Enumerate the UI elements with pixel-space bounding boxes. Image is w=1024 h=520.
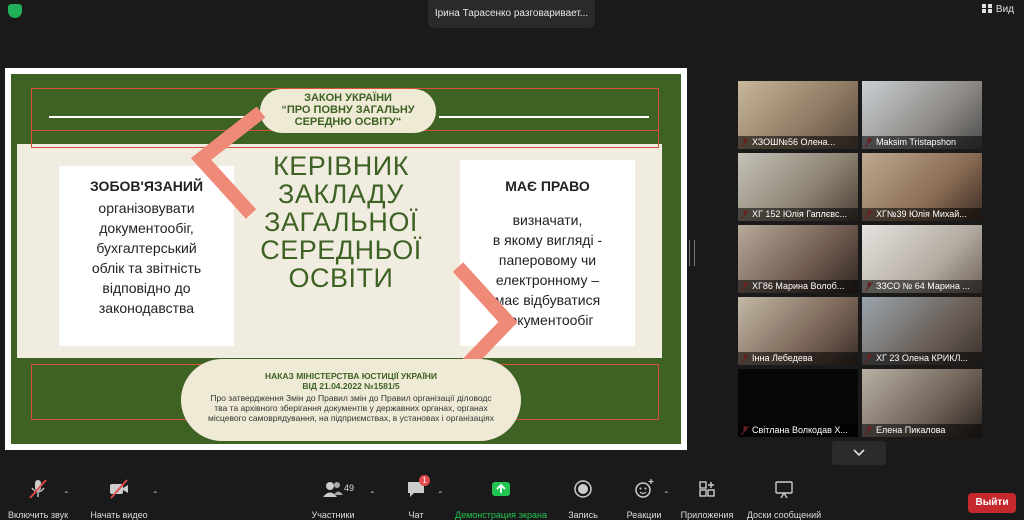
principal-title-line: ОСВІТИ bbox=[288, 263, 394, 293]
participant-video-tile[interactable]: ХГ 152 Юлія Гаплєвс... bbox=[738, 153, 858, 221]
active-speaker-banner: Ірина Тарасенко разговаривает... bbox=[428, 0, 595, 28]
security-shield-icon[interactable] bbox=[8, 4, 22, 18]
participants-label: Участники bbox=[311, 510, 355, 520]
law-title-line2: “ПРО ПОВНУ ЗАГАЛЬНУ bbox=[281, 104, 415, 116]
obligations-line: бухгалтерський bbox=[96, 240, 197, 256]
law-title-line1: ЗАКОН УКРАЇНИ bbox=[304, 92, 392, 104]
participant-video-tile[interactable]: ХГ 23 Олена КРИКЛ... bbox=[862, 297, 982, 365]
participant-name: ХГ№39 Юлія Михай... bbox=[862, 208, 982, 221]
participant-video-tile[interactable]: Світлана Волкодав Х... bbox=[738, 369, 858, 437]
participants-button[interactable]: 49 Участники bbox=[306, 478, 360, 520]
start-video-label: Начать видео bbox=[90, 510, 148, 520]
participants-icon bbox=[323, 482, 343, 497]
rights-line: визначати, bbox=[512, 212, 583, 228]
obligations-line: облік та звітність bbox=[91, 260, 202, 276]
rights-heading: МАЄ ПРАВО bbox=[505, 178, 590, 194]
grid-view-icon bbox=[981, 4, 992, 13]
audio-options-chevron-icon[interactable]: ⌃ bbox=[63, 490, 70, 499]
participant-video-tile[interactable]: ХГ№39 Юлія Михай... bbox=[862, 153, 982, 221]
reactions-emoji-icon bbox=[635, 479, 654, 498]
order-text-line: Про затвердження Змін до Правил змін до … bbox=[210, 393, 492, 403]
participant-video-tile[interactable]: ЗЗСО № 64 Марина ... bbox=[862, 225, 982, 293]
start-video-button[interactable]: Начать видео bbox=[88, 478, 150, 520]
chat-button[interactable]: 1 Чат bbox=[396, 475, 436, 520]
rights-line: в якому вигляді - bbox=[492, 232, 603, 248]
video-off-icon bbox=[110, 479, 128, 499]
reactions-label: Реакции bbox=[626, 510, 662, 520]
participants-options-chevron-icon[interactable]: ⌃ bbox=[369, 490, 376, 499]
participant-name: ХЗОШ№56 Олена... bbox=[738, 136, 858, 149]
slide-rule-right bbox=[439, 116, 649, 118]
unmute-label: Включить звук bbox=[7, 510, 69, 520]
reactions-options-chevron-icon[interactable]: ⌃ bbox=[663, 490, 670, 499]
share-screen-button[interactable]: Демонстрация экрана bbox=[452, 478, 550, 520]
leave-meeting-button[interactable]: Выйти bbox=[968, 493, 1016, 513]
law-title-line3: СЕРЕДНЮ ОСВІТУ“ bbox=[294, 116, 402, 128]
participant-name: ХГ86 Марина Волоб... bbox=[738, 280, 858, 293]
principal-title-line: СЕРЕДНЬОЇ bbox=[260, 235, 422, 265]
chat-options-chevron-icon[interactable]: ⌃ bbox=[437, 490, 444, 499]
participant-name: Інна Лебедева bbox=[738, 352, 858, 365]
view-button[interactable]: Вид bbox=[981, 4, 1014, 15]
obligations-line: законодавства bbox=[98, 300, 195, 316]
whiteboard-icon bbox=[775, 481, 793, 499]
apps-button[interactable]: Приложения bbox=[678, 478, 736, 520]
participant-video-tile[interactable]: ХГ86 Марина Волоб... bbox=[738, 225, 858, 293]
participant-name: Елена Пикалова bbox=[862, 424, 982, 437]
share-screen-icon bbox=[492, 482, 510, 496]
gallery-next-page-button[interactable] bbox=[832, 441, 886, 465]
participant-name: ХГ 152 Юлія Гаплєвс... bbox=[738, 208, 858, 221]
whiteboards-button[interactable]: Доски сообщений bbox=[744, 478, 824, 520]
record-button[interactable]: Запись bbox=[562, 478, 604, 520]
ministry-order-pill: НАКАЗ МІНІСТЕРСТВА ЮСТИЦІЇ УКРАЇНИ ВІД 2… bbox=[181, 359, 521, 441]
participants-count: 49 bbox=[344, 483, 355, 493]
shared-screen[interactable]: ЗАКОН УКРАЇНИ “ПРО ПОВНУ ЗАГАЛЬНУ СЕРЕДН… bbox=[5, 68, 687, 450]
muted-mic-icon bbox=[29, 479, 47, 499]
obligations-line: відповідно до bbox=[102, 280, 191, 296]
chat-label: Чат bbox=[408, 510, 424, 520]
meeting-toolbar: Включить звук ⌃ Начать видео ⌃ 49 Участн… bbox=[0, 475, 1024, 520]
participant-name: Світлана Волкодав Х... bbox=[738, 424, 858, 437]
arrow-up-left-icon bbox=[190, 106, 266, 219]
order-text-line: тва та архівного зберігання документів у… bbox=[214, 403, 488, 413]
unmute-button[interactable]: Включить звук bbox=[4, 478, 72, 520]
order-title-line2: ВІД 21.04.2022 №1581/5 bbox=[302, 381, 400, 391]
panel-resize-handle[interactable] bbox=[689, 240, 695, 266]
chat-unread-badge: 1 bbox=[419, 475, 430, 486]
record-label: Запись bbox=[568, 510, 598, 520]
share-screen-label: Демонстрация экрана bbox=[455, 510, 547, 520]
reactions-button[interactable]: Реакции bbox=[622, 478, 666, 520]
participant-name: Maksim Tristapshon bbox=[862, 136, 982, 149]
slide-background: ЗАКОН УКРАЇНИ “ПРО ПОВНУ ЗАГАЛЬНУ СЕРЕДН… bbox=[11, 74, 681, 444]
top-bar: Ірина Тарасенко разговаривает... Вид bbox=[0, 0, 1024, 28]
order-title-line1: НАКАЗ МІНІСТЕРСТВА ЮСТИЦІЇ УКРАЇНИ bbox=[264, 371, 438, 381]
apps-label: Приложения bbox=[680, 510, 734, 520]
participant-video-tile[interactable]: Елена Пикалова bbox=[862, 369, 982, 437]
video-options-chevron-icon[interactable]: ⌃ bbox=[152, 490, 159, 499]
apps-icon bbox=[699, 481, 715, 497]
participant-name: ХГ 23 Олена КРИКЛ... bbox=[862, 352, 982, 365]
view-label: Вид bbox=[995, 4, 1014, 15]
participant-name: ЗЗСО № 64 Марина ... bbox=[862, 280, 982, 293]
participant-video-tile[interactable]: ХЗОШ№56 Олена... bbox=[738, 81, 858, 149]
participant-video-tile[interactable]: Maksim Tristapshon bbox=[862, 81, 982, 149]
chevron-down-icon bbox=[853, 449, 865, 457]
law-title-pill: ЗАКОН УКРАЇНИ “ПРО ПОВНУ ЗАГАЛЬНУ СЕРЕДН… bbox=[260, 89, 436, 133]
record-icon bbox=[574, 480, 592, 498]
whiteboards-label: Доски сообщений bbox=[746, 510, 822, 520]
participant-video-tile[interactable]: Інна Лебедева bbox=[738, 297, 858, 365]
order-text-line: місцевого самоврядування, на підприємств… bbox=[208, 413, 494, 423]
